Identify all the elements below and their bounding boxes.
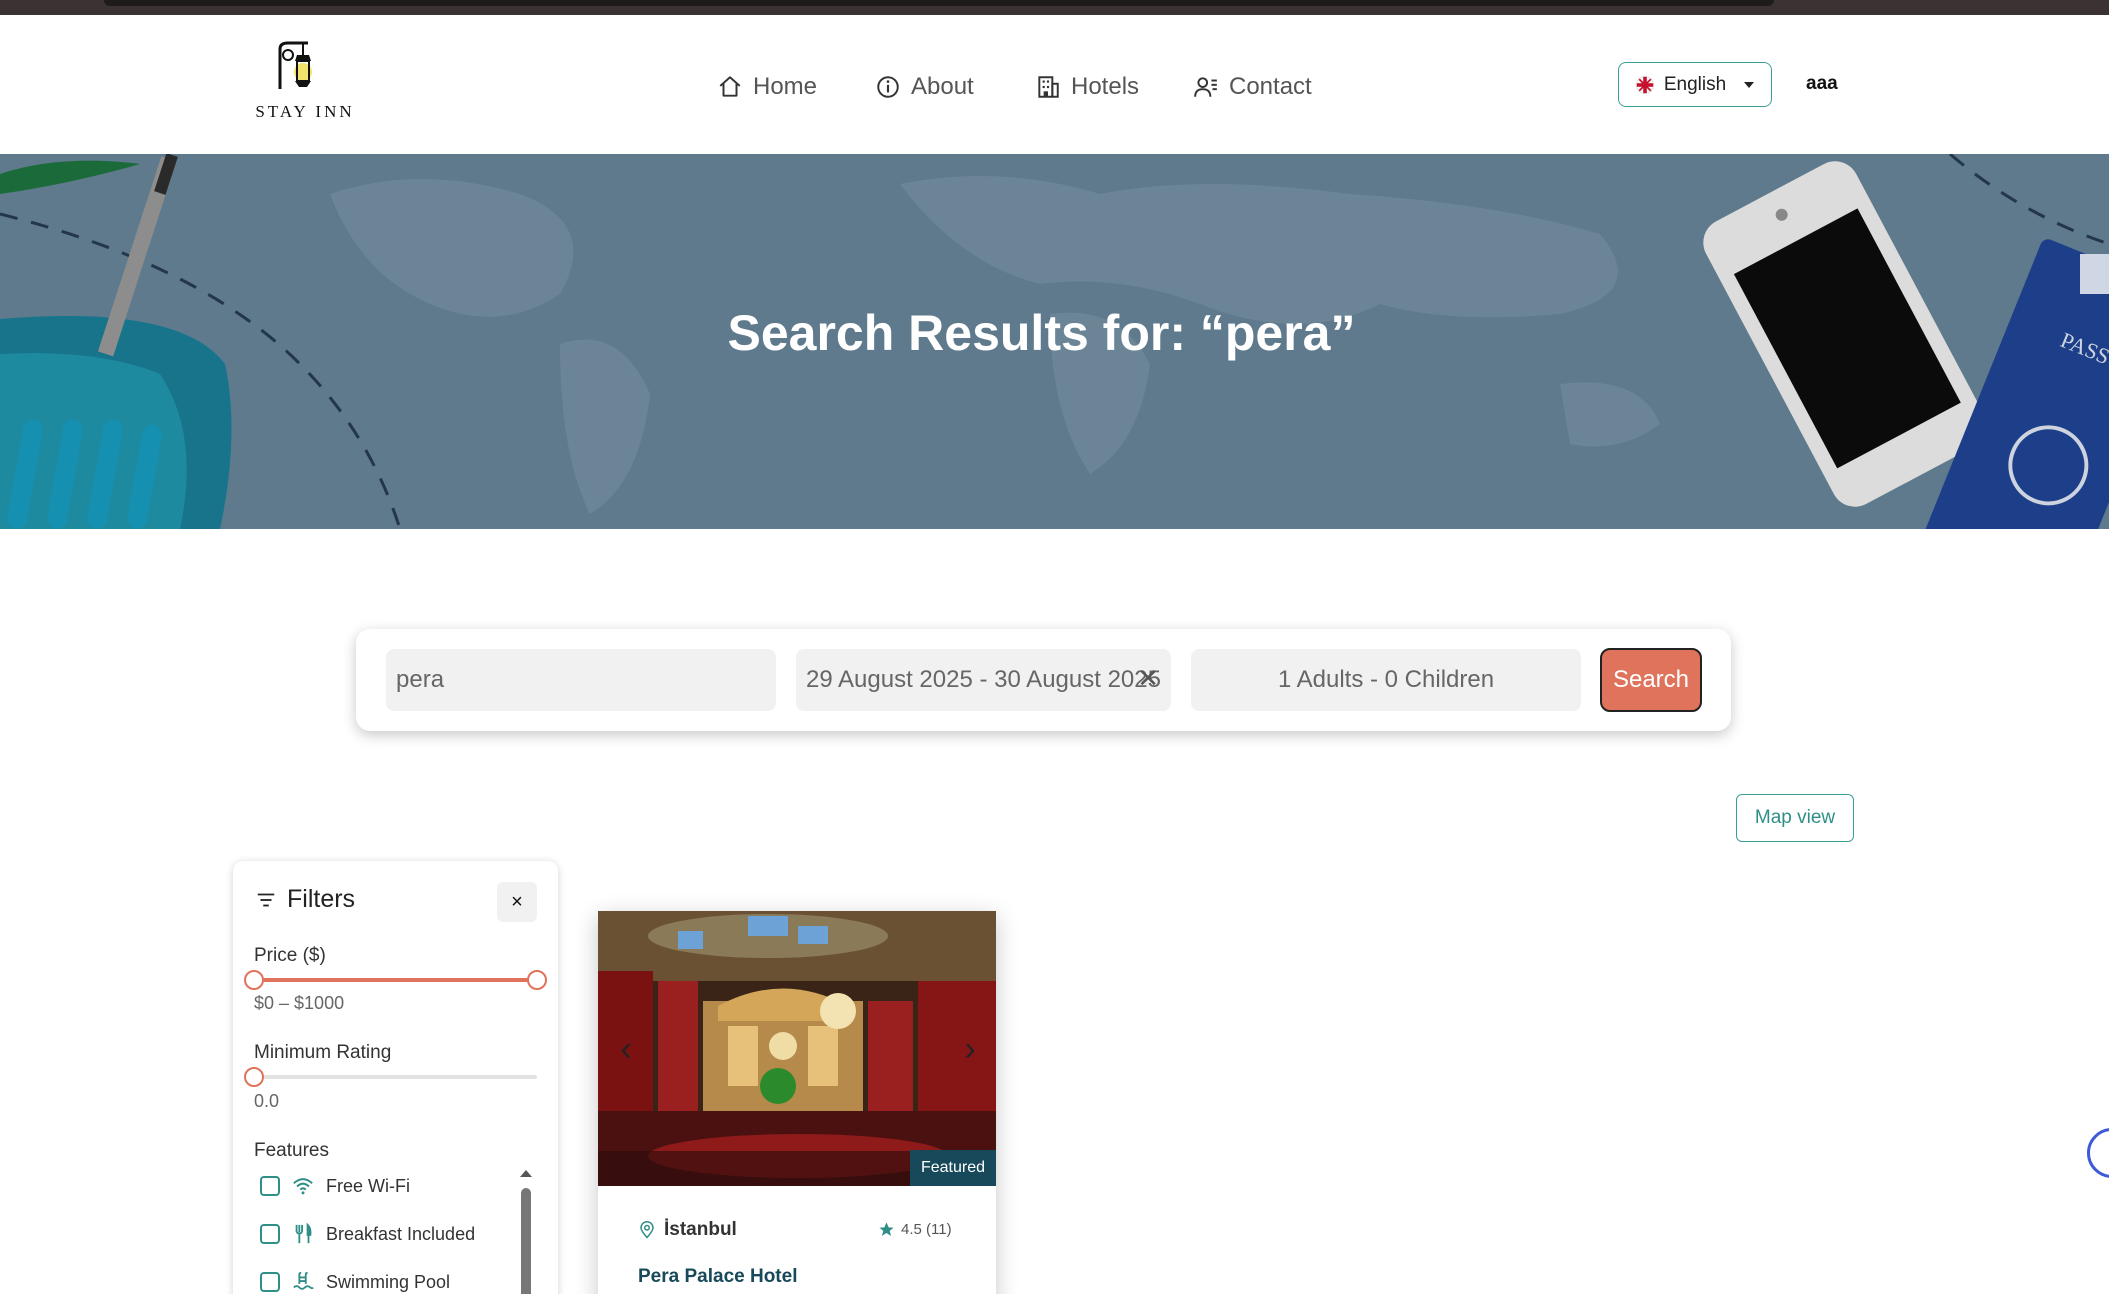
- checkbox[interactable]: [260, 1272, 280, 1292]
- feature-label: Swimming Pool: [326, 1271, 451, 1292]
- star-icon: [879, 1222, 894, 1236]
- hotel-rating-value: 4.5 (11): [901, 1221, 952, 1238]
- uk-flag-icon: [1635, 75, 1654, 94]
- close-filters-button[interactable]: ×: [497, 882, 537, 922]
- location-input[interactable]: pera: [386, 649, 776, 711]
- search-bar: pera 29 August 2025 - 30 August 2025 ✕ 1…: [356, 629, 1731, 731]
- floating-widget-button[interactable]: [2087, 1128, 2109, 1178]
- filters-panel: Filters × Price ($) $0 – $1000 Minimum R…: [233, 861, 558, 1294]
- utensils-icon: [295, 1223, 312, 1244]
- nav-contact-label: Contact: [1229, 73, 1312, 100]
- filter-icon: [257, 893, 275, 906]
- filters-title: Filters: [287, 885, 356, 913]
- price-range-value: $0 – $1000: [254, 993, 345, 1013]
- checkbox[interactable]: [260, 1176, 280, 1196]
- carousel-prev-icon[interactable]: ‹: [608, 1029, 644, 1069]
- feature-label: Breakfast Included: [326, 1223, 476, 1244]
- featured-badge: Featured: [910, 1150, 996, 1186]
- price-max-handle[interactable]: [527, 970, 547, 990]
- rating-label: Minimum Rating: [254, 1042, 392, 1063]
- nav-home-label: Home: [753, 73, 818, 100]
- nav-contact[interactable]: Contact: [1193, 67, 1312, 107]
- guests-selector[interactable]: 1 Adults - 0 Children: [1191, 649, 1581, 711]
- map-view-button[interactable]: Map view: [1736, 794, 1854, 842]
- hero-banner: PASS Search Results for: “pera”: [0, 154, 2109, 529]
- nav-hotels-label: Hotels: [1071, 73, 1140, 100]
- feature-label: Free Wi-Fi: [326, 1175, 410, 1196]
- logo-text: STAY INN: [255, 102, 355, 121]
- price-label: Price ($): [254, 945, 326, 966]
- home-icon: [719, 76, 741, 97]
- hotel-location: İstanbul: [638, 1219, 737, 1241]
- nav-about[interactable]: About: [875, 67, 974, 107]
- hotel-name[interactable]: Pera Palace Hotel: [638, 1266, 797, 1288]
- nav-about-label: About: [911, 73, 974, 100]
- clear-dates-icon[interactable]: ✕: [1137, 663, 1159, 694]
- checkbox[interactable]: [260, 1224, 280, 1244]
- feature-swimming-pool[interactable]: Swimming Pool: [260, 1271, 450, 1293]
- contact-icon: [1194, 77, 1217, 97]
- hotel-city: İstanbul: [664, 1219, 737, 1240]
- wifi-icon: [293, 1178, 313, 1195]
- caret-down-icon: [1744, 81, 1755, 88]
- feature-breakfast-included[interactable]: Breakfast Included: [260, 1223, 475, 1245]
- price-min-handle[interactable]: [244, 970, 264, 990]
- browser-top-strip: [0, 0, 2109, 15]
- site-header: STAY INN Home About Hotels Contact Engli…: [0, 15, 2109, 154]
- hotel-lobby-image: [598, 911, 996, 1186]
- language-dropdown[interactable]: English: [1618, 62, 1772, 107]
- scroll-up-arrow-icon[interactable]: [520, 1170, 532, 1177]
- user-menu[interactable]: aaa: [1806, 73, 1838, 95]
- carousel-next-icon[interactable]: ›: [952, 1029, 988, 1069]
- filters-header: Filters: [255, 885, 355, 914]
- hotel-card[interactable]: ‹ › Featured İstanbul 4.5 (11) Pera Pala…: [598, 911, 996, 1294]
- features-scrollbar[interactable]: [521, 1188, 531, 1294]
- hotel-photo[interactable]: ‹ › Featured: [598, 911, 996, 1186]
- nav-home[interactable]: Home: [717, 67, 817, 107]
- rating-slider-track: [254, 1075, 537, 1079]
- pool-icon: [293, 1271, 314, 1290]
- map-pin-icon: [640, 1221, 654, 1239]
- lantern-logo-icon: [278, 41, 312, 89]
- price-slider-track: [254, 978, 537, 982]
- page-title: Search Results for: “pera”: [727, 305, 1356, 361]
- page: STAY INN Home About Hotels Contact Engli…: [0, 0, 2109, 1294]
- feature-free-wifi[interactable]: Free Wi-Fi: [260, 1175, 410, 1197]
- site-logo[interactable]: STAY INN: [250, 41, 360, 137]
- date-range-value: 29 August 2025 - 30 August 2025: [806, 666, 1161, 693]
- features-label: Features: [254, 1140, 329, 1161]
- rating-handle[interactable]: [244, 1067, 264, 1087]
- info-icon: [877, 76, 899, 98]
- building-icon: [1038, 76, 1059, 98]
- rating-value: 0.0: [254, 1091, 280, 1111]
- search-button[interactable]: Search: [1600, 648, 1702, 712]
- language-label: English: [1663, 73, 1727, 95]
- hotel-rating: 4.5 (11): [878, 1221, 952, 1238]
- date-range-input[interactable]: 29 August 2025 - 30 August 2025 ✕: [796, 649, 1171, 711]
- nav-hotels[interactable]: Hotels: [1035, 67, 1139, 107]
